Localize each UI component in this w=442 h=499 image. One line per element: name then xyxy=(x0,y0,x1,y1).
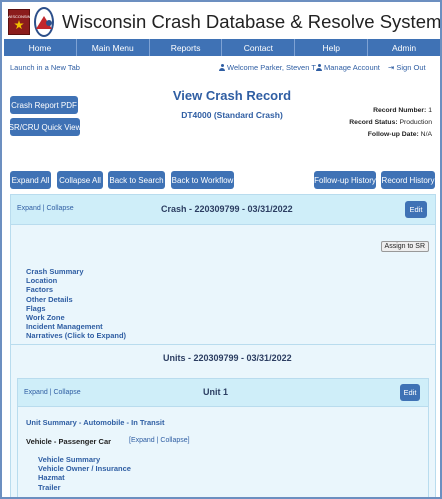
nav-reports[interactable]: Reports xyxy=(150,39,223,56)
crash-panel-title: Crash - 220309799 - 03/31/2022 xyxy=(161,204,293,214)
link-crash-summary[interactable]: Crash Summary xyxy=(26,267,126,276)
link-vehicle-owner-insurance[interactable]: Vehicle Owner / Insurance xyxy=(38,464,131,473)
nav-help[interactable]: Help xyxy=(295,39,369,56)
nav-main-menu[interactable]: Main Menu xyxy=(77,39,150,56)
user-icon xyxy=(219,64,225,71)
link-hazmat[interactable]: Hazmat xyxy=(38,473,131,482)
link-factors[interactable]: Factors xyxy=(26,285,126,294)
app-header: WISCONSIN Wisconsin Crash Database & Res… xyxy=(4,4,440,40)
units-panel-title: Units - 220309799 - 03/31/2022 xyxy=(163,353,292,363)
vehicle-expand-collapse-link[interactable]: [Expand | Collapse] xyxy=(129,437,190,444)
back-to-search-button[interactable]: Back to Search xyxy=(108,171,165,189)
crash-panel: Expand | Collapse Crash - 220309799 - 03… xyxy=(10,194,436,346)
sr-cru-quick-view-button[interactable]: SR/CRU Quick View xyxy=(9,118,81,136)
sign-out-icon: ⇥ xyxy=(388,63,395,72)
link-incident-management[interactable]: Incident Management xyxy=(26,322,126,331)
star-icon xyxy=(14,20,24,30)
units-panel: Units - 220309799 - 03/31/2022 Expand | … xyxy=(10,344,436,497)
link-trailer[interactable]: Trailer xyxy=(38,483,131,492)
crash-section-links: Crash Summary Location Factors Other Det… xyxy=(26,267,126,341)
link-vehicle-summary[interactable]: Vehicle Summary xyxy=(38,455,131,464)
unit-1-panel: Expand | Collapse Unit 1 Edit Unit Summa… xyxy=(17,378,429,497)
nav-home[interactable]: Home xyxy=(4,39,77,56)
app-title: Wisconsin Crash Database & Resolve Syste… xyxy=(62,11,442,32)
welcome-user[interactable]: Welcome Parker, Steven T xyxy=(219,63,316,72)
user-icon xyxy=(316,64,322,71)
main-nav: Home Main Menu Reports Contact Help Admi… xyxy=(4,39,440,56)
link-other-details[interactable]: Other Details xyxy=(26,295,126,304)
expand-all-button[interactable]: Expand All xyxy=(10,171,51,189)
wisconsin-seal-logo: WISCONSIN xyxy=(7,9,31,35)
vehicle-label: Vehicle - Passenger Car xyxy=(26,437,112,446)
page-title: View Crash Record xyxy=(172,88,292,103)
unit-edit-button[interactable]: Edit xyxy=(400,384,420,401)
sign-out-link[interactable]: ⇥ Sign Out xyxy=(388,63,426,72)
manage-account-link[interactable]: Manage Account xyxy=(316,63,380,72)
crash-edit-button[interactable]: Edit xyxy=(405,201,427,218)
app-window: WISCONSIN Wisconsin Crash Database & Res… xyxy=(0,0,442,499)
user-bar: Launch in a New Tab Welcome Parker, Stev… xyxy=(4,58,440,76)
link-flags[interactable]: Flags xyxy=(26,304,126,313)
crash-expand-collapse-link[interactable]: Expand | Collapse xyxy=(17,205,74,212)
link-location[interactable]: Location xyxy=(26,276,126,285)
nav-contact[interactable]: Contact xyxy=(222,39,296,56)
link-work-zone[interactable]: Work Zone xyxy=(26,313,126,322)
link-narratives[interactable]: Narratives (Click to Expand) xyxy=(26,331,126,340)
launch-new-tab-link[interactable]: Launch in a New Tab xyxy=(10,63,80,72)
crash-panel-header: Expand | Collapse Crash - 220309799 - 03… xyxy=(11,195,435,225)
back-to-workflow-button[interactable]: Back to Workflow xyxy=(171,171,234,189)
unit-expand-collapse-link[interactable]: Expand | Collapse xyxy=(24,389,81,396)
record-info: Record Number: 1 Record Status: Producti… xyxy=(349,107,432,138)
dot-logo xyxy=(34,7,54,37)
followup-history-button[interactable]: Follow-up History xyxy=(314,171,376,189)
unit-1-title: Unit 1 xyxy=(203,387,229,397)
collapse-all-button[interactable]: Collapse All xyxy=(57,171,103,189)
assign-to-sr-button[interactable]: Assign to SR xyxy=(380,241,429,252)
unit-summary-link[interactable]: Unit Summary - Automobile - In Transit xyxy=(26,418,164,427)
page-subtitle: DT4000 (Standard Crash) xyxy=(181,110,283,120)
nav-admin[interactable]: Admin xyxy=(368,39,440,56)
crash-report-pdf-button[interactable]: Crash Report PDF xyxy=(10,96,78,114)
unit-1-header: Expand | Collapse Unit 1 Edit xyxy=(18,379,428,407)
record-history-button[interactable]: Record History xyxy=(381,171,435,189)
vehicle-section-links: Vehicle Summary Vehicle Owner / Insuranc… xyxy=(38,455,131,492)
